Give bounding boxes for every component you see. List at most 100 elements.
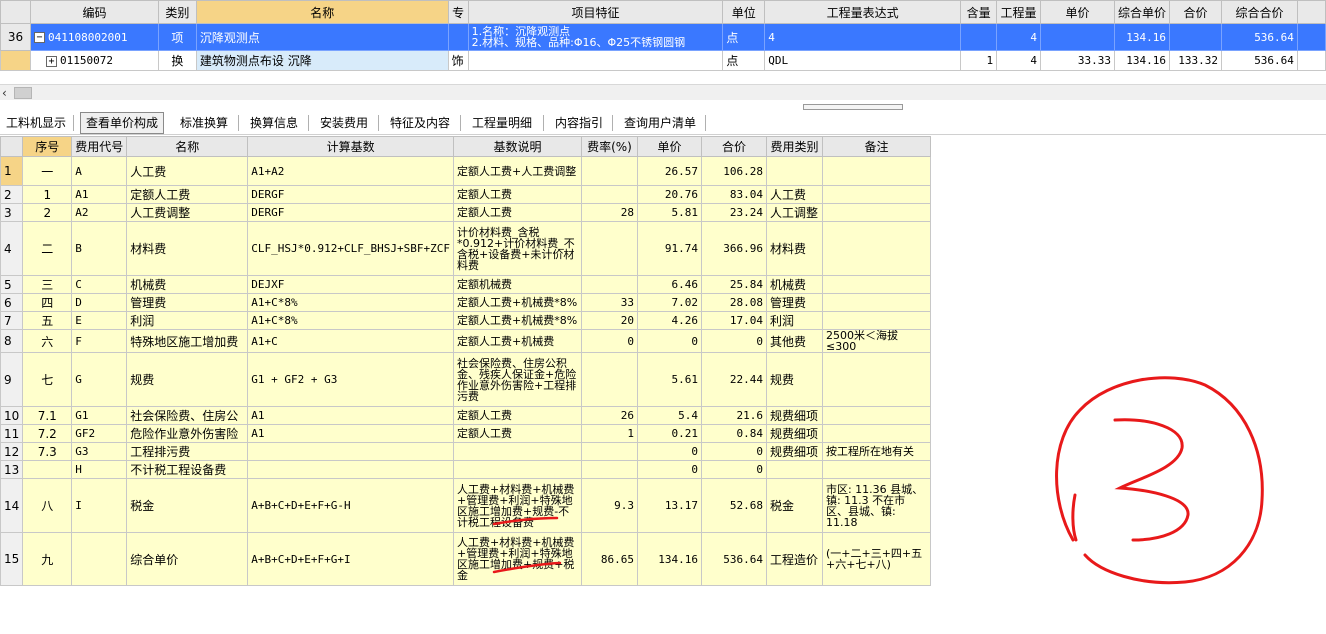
base-desc-cell[interactable]: 定额人工费 <box>452 424 582 443</box>
base-desc-cell[interactable] <box>452 442 582 461</box>
rate-cell[interactable]: 1 <box>580 424 638 443</box>
calc-base-cell[interactable]: A1+C*8% <box>247 293 454 312</box>
fee-category-cell[interactable]: 其他费 <box>765 329 823 353</box>
seq-cell[interactable]: 7.3 <box>22 442 73 461</box>
rate-cell[interactable]: 9.3 <box>580 478 638 533</box>
seq-cell[interactable]: 1 <box>22 185 73 204</box>
item-comp-total[interactable]: 536.64 <box>1220 50 1298 71</box>
col-header-fee-name[interactable]: 名称 <box>126 136 249 157</box>
calc-base-cell[interactable]: A1 <box>247 406 454 425</box>
total-cell[interactable]: 52.68 <box>700 478 767 533</box>
col-header-feature[interactable]: 项目特征 <box>467 0 724 24</box>
remark-cell[interactable]: 按工程所在地有关 <box>821 442 931 461</box>
col-header-type[interactable]: 类别 <box>157 0 197 24</box>
item-code-cell[interactable]: −041108002001 <box>29 23 159 51</box>
remark-cell[interactable] <box>821 185 931 204</box>
fee-code-cell[interactable]: I <box>71 478 128 533</box>
col-header-total[interactable]: 合价 <box>1169 0 1222 24</box>
fee-code-cell[interactable] <box>71 532 128 586</box>
item-type[interactable]: 项 <box>157 23 197 51</box>
col-header-base-desc[interactable]: 基数说明 <box>452 136 582 157</box>
base-desc-cell[interactable]: 社会保险费、住房公积金、残疾人保证金+危险作业意外伤害险+工程排污费 <box>452 352 582 407</box>
base-desc-cell[interactable]: 人工费+材料费+机械费+管理费+利润+特殊地区施工增加费+规费-不计税工程设备费 <box>452 478 582 533</box>
seq-cell[interactable]: 七 <box>22 352 73 407</box>
col-header-remark[interactable]: 备注 <box>821 136 931 157</box>
total-cell[interactable]: 0.84 <box>700 424 767 443</box>
total-cell[interactable]: 22.44 <box>700 352 767 407</box>
fee-name-cell[interactable]: 危险作业意外伤害险 <box>126 424 249 443</box>
col-header-unit-price[interactable]: 单价 <box>1040 0 1115 24</box>
table-row[interactable]: 13 H 不计税工程设备费 0 0 <box>0 460 931 479</box>
calc-base-cell[interactable]: DEJXF <box>247 275 454 294</box>
total-cell[interactable]: 106.28 <box>700 156 767 186</box>
remark-cell[interactable]: (一+二+三+四+五+六+七+八) <box>821 532 931 586</box>
base-desc-cell[interactable]: 计价材料费_含税*0.912+计价材料费_不含税+设备费+未计价材料费 <box>452 221 582 276</box>
table-row[interactable]: 9 七 G 规费 G1 + GF2 + G3 社会保险费、住房公积金、残疾人保证金+危险作… <box>0 352 931 407</box>
table-row[interactable]: 3 2 A2 人工费调整 DERGF 定额人工费 28 5.81 23.24 人工调整 <box>0 203 931 222</box>
fee-code-cell[interactable]: H <box>71 460 128 479</box>
col-header-calc-base[interactable]: 计算基数 <box>247 136 454 157</box>
rate-cell[interactable]: 26 <box>580 406 638 425</box>
total-cell[interactable]: 28.08 <box>700 293 767 312</box>
fee-category-cell[interactable]: 机械费 <box>765 275 823 294</box>
tab-quantity-detail[interactable]: 工程量明细 <box>466 112 538 134</box>
fee-code-cell[interactable]: F <box>71 329 128 353</box>
calc-base-cell[interactable]: G1 + GF2 + G3 <box>247 352 454 407</box>
seq-cell[interactable]: 一 <box>22 156 73 186</box>
seq-cell[interactable]: 7.2 <box>22 424 73 443</box>
fee-category-cell[interactable]: 规费细项 <box>765 424 823 443</box>
unit-price-cell[interactable]: 5.61 <box>636 352 702 407</box>
table-row[interactable]: 6 四 D 管理费 A1+C*8% 定额人工费+机械费*8% 33 7.02 28.08 管理费 <box>0 293 931 312</box>
item-comp-unit-price[interactable]: 134.16 <box>1113 23 1171 51</box>
unit-price-cell[interactable]: 0 <box>636 460 702 479</box>
fee-category-cell[interactable]: 税金 <box>765 478 823 533</box>
seq-cell[interactable]: 九 <box>22 532 73 586</box>
col-header-content[interactable]: 含量 <box>960 0 998 24</box>
total-cell[interactable]: 0 <box>700 460 767 479</box>
table-row[interactable]: 11 7.2 GF2 危险作业意外伤害险 A1 定额人工费 1 0.21 0.84 规费细项 <box>0 424 931 443</box>
scroll-left-icon[interactable]: ‹ <box>2 86 7 100</box>
fee-name-cell[interactable]: 税金 <box>126 478 249 533</box>
tab-installation-fee[interactable]: 安装费用 <box>314 112 374 134</box>
rate-cell[interactable]: 28 <box>580 203 638 222</box>
col-header-fee-code[interactable]: 费用代号 <box>71 136 128 157</box>
item-content[interactable]: 1 <box>960 50 998 71</box>
col-header-rate[interactable]: 费率(%) <box>580 136 638 157</box>
calc-base-cell[interactable]: DERGF <box>247 203 454 222</box>
item-name[interactable]: 沉降观测点 <box>195 23 449 51</box>
fee-name-cell[interactable]: 工程排污费 <box>126 442 249 461</box>
table-row[interactable]: 10 7.1 G1 社会保险费、住房公 A1 定额人工费 26 5.4 21.6 规费细项 <box>0 406 931 425</box>
col-header-unit-price[interactable]: 单价 <box>636 136 702 157</box>
tab-query-user-list[interactable]: 查询用户清单 <box>618 112 702 134</box>
rate-cell[interactable]: 20 <box>580 311 638 330</box>
calc-base-cell[interactable]: CLF_HSJ*0.912+CLF_BHSJ+SBF+ZCF <box>247 221 454 276</box>
remark-cell[interactable] <box>821 460 931 479</box>
table-row[interactable]: +01150072 换 建筑物测点布设 沉降 饰 点 QDL 1 4 33.33… <box>0 50 1326 71</box>
fee-category-cell[interactable]: 规费细项 <box>765 442 823 461</box>
fee-category-cell[interactable]: 工程造价 <box>765 532 823 586</box>
item-unit-price[interactable]: 33.33 <box>1040 50 1115 71</box>
fee-name-cell[interactable]: 综合单价 <box>126 532 249 586</box>
fee-name-cell[interactable]: 不计税工程设备费 <box>126 460 249 479</box>
table-row[interactable]: 2 1 A1 定额人工费 DERGF 定额人工费 20.76 83.04 人工费 <box>0 185 931 204</box>
calc-base-cell[interactable]: A+B+C+D+E+F+G+I <box>247 532 454 586</box>
table-row[interactable]: 5 三 C 机械费 DEJXF 定额机械费 6.46 25.84 机械费 <box>0 275 931 294</box>
fee-name-cell[interactable]: 利润 <box>126 311 249 330</box>
calc-base-cell[interactable] <box>247 460 454 479</box>
total-cell[interactable]: 21.6 <box>700 406 767 425</box>
col-header-comp-unit-price[interactable]: 综合单价 <box>1113 0 1171 24</box>
remark-cell[interactable] <box>821 293 931 312</box>
rate-cell[interactable] <box>580 156 638 186</box>
calc-base-cell[interactable]: A+B+C+D+E+F+G-H <box>247 478 454 533</box>
table-row[interactable]: 15 九综合单价 A+B+C+D+E+F+G+I 人工费+材料费+机械费+管理费+利润… <box>0 532 931 586</box>
fee-category-cell[interactable]: 利润 <box>765 311 823 330</box>
rate-cell[interactable]: 86.65 <box>580 532 638 586</box>
fee-code-cell[interactable]: B <box>71 221 128 276</box>
tab-content-guide[interactable]: 内容指引 <box>549 112 609 134</box>
seq-cell[interactable] <box>22 460 73 479</box>
item-unit[interactable]: 点 <box>722 23 766 51</box>
unit-price-cell[interactable]: 134.16 <box>636 532 702 586</box>
item-feature[interactable] <box>467 50 724 71</box>
fee-code-cell[interactable]: GF2 <box>71 424 128 443</box>
seq-cell[interactable]: 二 <box>22 221 73 276</box>
